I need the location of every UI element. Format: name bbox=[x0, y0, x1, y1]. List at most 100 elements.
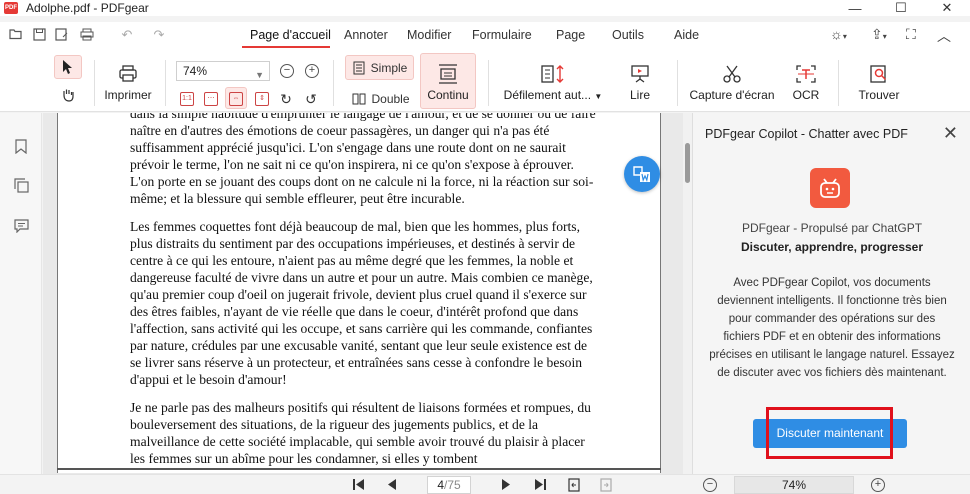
paragraph: Les femmes coquettes font déjà beaucoup … bbox=[130, 219, 593, 387]
tab-annoter[interactable]: Annoter bbox=[344, 28, 388, 42]
find-button[interactable]: Trouver bbox=[852, 58, 906, 108]
collapse-ribbon-icon[interactable]: ︿ bbox=[937, 26, 951, 46]
next-view-icon[interactable] bbox=[599, 478, 613, 494]
page-border bbox=[57, 468, 661, 470]
close-icon[interactable]: ✕ bbox=[943, 123, 958, 144]
tab-modifier[interactable]: Modifier bbox=[407, 28, 451, 42]
double-page-icon bbox=[352, 93, 366, 105]
current-page: 4 bbox=[437, 478, 444, 492]
zoom-level[interactable]: 74% bbox=[734, 476, 854, 494]
bookmark-icon[interactable] bbox=[13, 139, 29, 155]
title-bar: PDF Adolphe.pdf - PDFgear — ☐ ✕ bbox=[0, 0, 970, 16]
zoom-value: 74% bbox=[183, 64, 208, 78]
maximize-button[interactable]: ☐ bbox=[878, 0, 924, 16]
print-quick-icon[interactable] bbox=[80, 28, 94, 42]
auto-scroll-button[interactable]: Défilement aut... ▼ bbox=[500, 58, 606, 108]
share-icon[interactable]: ⇪▾ bbox=[871, 26, 887, 43]
chevron-down-icon: ▼ bbox=[255, 70, 264, 80]
fit-height-icon[interactable]: ⇕ bbox=[255, 92, 269, 106]
tab-page-accueil[interactable]: Page d'accueil bbox=[250, 28, 331, 42]
comments-icon[interactable] bbox=[13, 219, 29, 235]
ocr-button[interactable]: OCR bbox=[786, 58, 826, 108]
zoom-in-bottom-icon[interactable]: + bbox=[871, 478, 885, 492]
simple-label: Simple bbox=[370, 61, 408, 75]
window-controls: — ☐ ✕ bbox=[832, 0, 970, 16]
divider bbox=[94, 60, 95, 106]
printer-icon bbox=[119, 65, 137, 82]
word-convert-icon[interactable] bbox=[624, 156, 660, 192]
zoom-out-bottom-icon[interactable]: − bbox=[703, 478, 717, 492]
rotate-counterclockwise-icon[interactable]: ↺ bbox=[303, 91, 319, 107]
left-sidebar: ﹀ bbox=[0, 113, 42, 494]
fullscreen-icon[interactable]: ⛶ bbox=[906, 26, 916, 43]
tab-page[interactable]: Page bbox=[556, 28, 585, 42]
next-page-icon[interactable] bbox=[501, 478, 511, 494]
vertical-scrollbar[interactable] bbox=[683, 113, 692, 474]
paragraph: dans la simple habitude d'emprunter le l… bbox=[130, 113, 596, 206]
annotation-highlight-box bbox=[766, 407, 893, 459]
undo-icon[interactable]: ↶ bbox=[120, 28, 134, 42]
screen-capture-button[interactable]: Capture d'écran bbox=[686, 58, 778, 108]
print-label: Imprimer bbox=[104, 88, 152, 102]
divider bbox=[838, 60, 839, 106]
find-search-icon bbox=[870, 65, 887, 83]
save-icon[interactable] bbox=[32, 28, 46, 42]
presentation-read-icon bbox=[631, 65, 649, 83]
tab-outils[interactable]: Outils bbox=[612, 28, 644, 42]
zoom-out-icon[interactable]: − bbox=[280, 64, 294, 78]
tab-formulaire[interactable]: Formulaire bbox=[472, 28, 532, 42]
total-pages: /75 bbox=[444, 478, 461, 492]
close-window-button[interactable]: ✕ bbox=[924, 0, 970, 16]
actual-size-icon[interactable]: 1:1 bbox=[180, 92, 194, 106]
zoom-in-icon[interactable]: + bbox=[305, 64, 319, 78]
tab-aide[interactable]: Aide bbox=[674, 28, 699, 42]
active-tab-underline bbox=[242, 46, 330, 48]
auto-scroll-label: Défilement aut... ▼ bbox=[503, 88, 603, 102]
minimize-button[interactable]: — bbox=[832, 0, 878, 16]
fit-width-icon[interactable]: ⇔ bbox=[229, 92, 243, 106]
capture-label: Capture d'écran bbox=[689, 88, 775, 102]
document-viewer[interactable]: dans la simple habitude d'emprunter le l… bbox=[43, 113, 683, 474]
divider bbox=[165, 60, 166, 106]
pdf-page: dans la simple habitude d'emprunter le l… bbox=[57, 113, 661, 473]
scissors-icon bbox=[723, 65, 741, 83]
select-cursor-icon[interactable] bbox=[58, 58, 78, 76]
read-aloud-button[interactable]: Lire bbox=[615, 58, 665, 108]
copilot-tagline: Discuter, apprendre, progresser bbox=[740, 240, 924, 254]
find-label: Trouver bbox=[858, 88, 900, 102]
simple-view-button[interactable]: Simple bbox=[349, 58, 411, 78]
print-button[interactable]: Imprimer bbox=[100, 58, 156, 108]
divider bbox=[333, 60, 334, 106]
auto-scroll-icon bbox=[541, 65, 564, 83]
save-as-icon[interactable] bbox=[55, 28, 69, 42]
page-text: dans la simple habitude d'emprunter le l… bbox=[130, 113, 600, 474]
double-view-button[interactable]: Double bbox=[349, 89, 413, 109]
continu-view-button[interactable]: Continu bbox=[420, 58, 476, 108]
redo-icon[interactable]: ↷ bbox=[152, 28, 166, 42]
hand-tool-icon[interactable] bbox=[58, 86, 78, 104]
previous-page-icon[interactable] bbox=[387, 478, 397, 494]
fit-page-icon[interactable]: ⋯ bbox=[204, 92, 218, 106]
status-bar: 4/75 − 74% + bbox=[0, 474, 970, 494]
menu-bar: ↶ ↷ Page d'accueil Annoter Modifier Form… bbox=[0, 22, 970, 50]
divider bbox=[677, 60, 678, 106]
first-page-icon[interactable] bbox=[352, 478, 366, 494]
scrollbar-thumb[interactable] bbox=[685, 143, 690, 183]
copilot-bot-icon bbox=[810, 168, 850, 208]
ocr-icon bbox=[796, 65, 816, 83]
page-number-input[interactable]: 4/75 bbox=[427, 476, 471, 494]
continu-label: Continu bbox=[427, 88, 469, 102]
ocr-label: OCR bbox=[792, 88, 820, 102]
zoom-select[interactable]: 74% ▼ bbox=[176, 61, 270, 81]
copilot-subtitle: PDFgear - Propulsé par ChatGPT bbox=[741, 221, 923, 235]
thumbnails-icon[interactable] bbox=[13, 178, 29, 194]
paragraph: Je ne parle pas des malheurs positifs qu… bbox=[130, 400, 591, 466]
previous-view-icon[interactable] bbox=[567, 478, 581, 494]
window-title: Adolphe.pdf - PDFgear bbox=[26, 1, 149, 15]
theme-sun-icon[interactable]: ☼▾ bbox=[830, 26, 847, 42]
rotate-clockwise-icon[interactable]: ↻ bbox=[278, 91, 294, 107]
continuous-scroll-icon bbox=[439, 64, 457, 84]
open-folder-icon[interactable] bbox=[9, 28, 23, 42]
last-page-icon[interactable] bbox=[533, 478, 547, 494]
double-label: Double bbox=[371, 92, 410, 106]
